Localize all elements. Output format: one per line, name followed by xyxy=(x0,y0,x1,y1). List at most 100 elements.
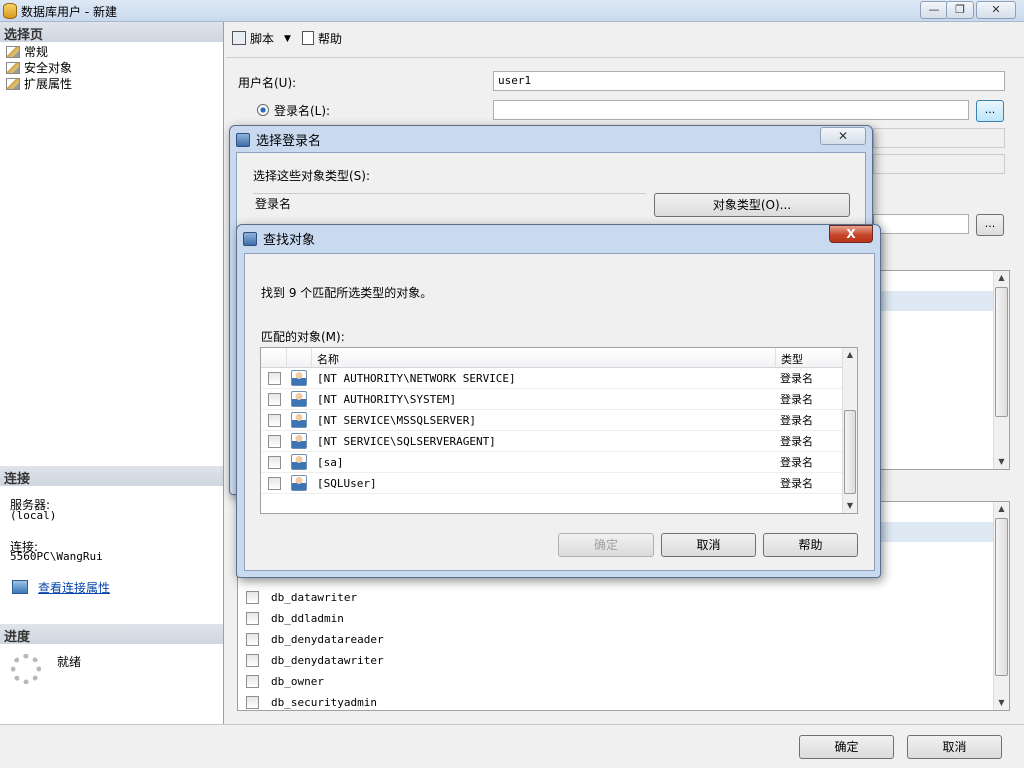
role-row[interactable]: db_denydatawriter xyxy=(246,653,384,667)
close-window-button[interactable]: ✕ xyxy=(976,1,1016,19)
help-button[interactable]: 帮助 xyxy=(302,31,342,47)
role-checkbox[interactable] xyxy=(246,675,259,688)
row-checkbox[interactable] xyxy=(268,435,281,448)
view-connection-properties-link[interactable]: 查看连接属性 xyxy=(38,579,110,596)
find-help-button[interactable]: 帮助 xyxy=(763,533,858,557)
maximize-button[interactable]: ❐ xyxy=(946,1,974,19)
scroll-down-arrow-icon[interactable]: ▼ xyxy=(994,696,1009,710)
minimize-button[interactable]: — xyxy=(920,1,948,19)
scroll-down-arrow-icon[interactable]: ▼ xyxy=(994,455,1009,469)
row-type: 登录名 xyxy=(780,414,813,427)
table-row[interactable]: [NT AUTHORITY\NETWORK SERVICE] 登录名 xyxy=(261,368,843,389)
window-title-bar: 数据库用户 - 新建 — ❐ ✕ xyxy=(0,0,1024,22)
progress-spinner-icon xyxy=(11,654,41,684)
login-radio-label: 登录名(L): xyxy=(274,104,331,118)
page-item-securables[interactable]: 安全对象 xyxy=(6,60,72,76)
schema-input[interactable] xyxy=(873,214,969,234)
row-name: [NT AUTHORITY\NETWORK SERVICE] xyxy=(317,372,516,385)
ok-button[interactable]: 确定 xyxy=(799,735,894,759)
login-radio[interactable] xyxy=(257,104,269,116)
role-row[interactable]: db_securityadmin xyxy=(246,695,377,709)
role-checkbox[interactable] xyxy=(246,696,259,709)
row-checkbox[interactable] xyxy=(268,393,281,406)
page-item-extended-properties[interactable]: 扩展属性 xyxy=(6,76,72,92)
page-icon xyxy=(6,46,20,58)
row-name: [NT AUTHORITY\SYSTEM] xyxy=(317,393,457,406)
object-types-button[interactable]: 对象类型(O)... xyxy=(654,193,850,217)
role-name: db_securityadmin xyxy=(271,696,377,709)
schema-browse-button[interactable]: ... xyxy=(976,214,1004,236)
progress-header: 进度 xyxy=(0,624,223,645)
connection-value: 5560PC\WangRui xyxy=(10,550,103,563)
scroll-thumb[interactable] xyxy=(844,410,856,494)
role-checkbox[interactable] xyxy=(246,591,259,604)
help-label: 帮助 xyxy=(318,32,343,46)
left-pane: 选择页 常规 安全对象 扩展属性 连接 服务器: (local) 连接: 556… xyxy=(0,22,224,724)
login-name-input[interactable] xyxy=(493,100,969,120)
role-checkbox[interactable] xyxy=(246,633,259,646)
find-ok-button[interactable]: 确定 xyxy=(558,533,654,557)
object-types-label: 选择这些对象类型(S): xyxy=(253,169,371,183)
find-objects-dialog-title: 查找对象 xyxy=(243,229,315,248)
username-input[interactable]: user1 xyxy=(493,71,1005,91)
role-row[interactable]: db_ddladmin xyxy=(246,611,344,625)
column-header-type[interactable]: 类型 xyxy=(775,348,843,368)
help-icon xyxy=(302,31,314,45)
row-type: 登录名 xyxy=(780,393,813,406)
role-checkbox[interactable] xyxy=(246,612,259,625)
roles-scrollbar[interactable]: ▲ ▼ xyxy=(993,502,1009,710)
role-row[interactable]: db_denydatareader xyxy=(246,632,384,646)
row-name: [NT SERVICE\MSSQLSERVER] xyxy=(317,414,476,427)
scroll-thumb[interactable] xyxy=(995,287,1008,417)
login-user-icon xyxy=(291,391,307,407)
table-row[interactable]: [sa] 登录名 xyxy=(261,452,843,473)
row-name: [SQLUser] xyxy=(317,477,377,490)
page-item-general[interactable]: 常规 xyxy=(6,44,48,60)
table-row[interactable]: [NT AUTHORITY\SYSTEM] 登录名 xyxy=(261,389,843,410)
table-row[interactable]: [SQLUser] 登录名 xyxy=(261,473,843,494)
find-objects-body: 找到 9 个匹配所选类型的对象。 匹配的对象(M): 名称 类型 [NT AUT… xyxy=(244,253,875,571)
table-row[interactable]: [NT SERVICE\MSSQLSERVER] 登录名 xyxy=(261,410,843,431)
script-icon xyxy=(232,31,246,45)
table-body: [NT AUTHORITY\NETWORK SERVICE] 登录名 [NT AU… xyxy=(261,368,843,494)
scroll-up-arrow-icon[interactable]: ▲ xyxy=(994,502,1009,516)
role-name: db_ddladmin xyxy=(271,612,344,625)
scroll-up-arrow-icon[interactable]: ▲ xyxy=(843,348,857,362)
scroll-down-arrow-icon[interactable]: ▼ xyxy=(843,499,857,513)
role-name: db_denydatareader xyxy=(271,633,384,646)
main-toolbar: 脚本 ▼ 帮助 xyxy=(226,22,1024,58)
objects-scrollbar[interactable]: ▲ ▼ xyxy=(842,348,857,513)
page-label: 扩展属性 xyxy=(24,77,73,91)
scroll-up-arrow-icon[interactable]: ▲ xyxy=(994,271,1009,285)
find-cancel-button[interactable]: 取消 xyxy=(661,533,756,557)
role-checkbox[interactable] xyxy=(246,654,259,667)
page-icon xyxy=(6,62,20,74)
cancel-button[interactable]: 取消 xyxy=(907,735,1002,759)
role-name: db_datawriter xyxy=(271,591,358,604)
row-checkbox[interactable] xyxy=(268,456,281,469)
role-row[interactable]: db_datawriter xyxy=(246,590,357,604)
object-types-value: 登录名 xyxy=(253,193,646,217)
row-checkbox[interactable] xyxy=(268,372,281,385)
page-icon xyxy=(6,78,20,90)
find-objects-close-button[interactable]: X xyxy=(829,225,873,243)
row-checkbox[interactable] xyxy=(268,414,281,427)
table-header: 名称 类型 xyxy=(261,348,843,368)
users-icon xyxy=(243,232,257,246)
row-checkbox[interactable] xyxy=(268,477,281,490)
table-row[interactable]: [NT SERVICE\SQLSERVERAGENT] 登录名 xyxy=(261,431,843,452)
progress-status: 就绪 xyxy=(57,655,82,669)
login-browse-button[interactable]: ... xyxy=(976,100,1004,122)
column-header-name[interactable]: 名称 xyxy=(311,348,344,368)
role-row[interactable]: db_owner xyxy=(246,674,324,688)
script-button[interactable]: 脚本 xyxy=(232,31,274,47)
scroll-thumb[interactable] xyxy=(995,518,1008,676)
select-login-close-button[interactable]: ✕ xyxy=(820,127,866,145)
row-name: [NT SERVICE\SQLSERVERAGENT] xyxy=(317,435,496,448)
username-label: 用户名(U): xyxy=(238,76,297,90)
login-user-icon xyxy=(291,370,307,386)
script-dropdown-arrow-icon[interactable]: ▼ xyxy=(284,31,291,47)
find-objects-title-text: 查找对象 xyxy=(263,233,316,248)
schemas-scrollbar[interactable]: ▲ ▼ xyxy=(993,271,1009,469)
matched-objects-table[interactable]: 名称 类型 [NT AUTHORITY\NETWORK SERVICE] 登录名 … xyxy=(260,347,858,514)
